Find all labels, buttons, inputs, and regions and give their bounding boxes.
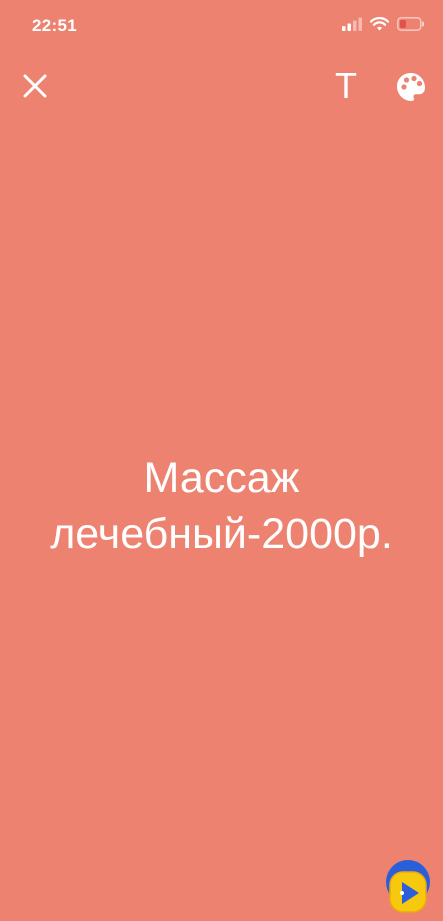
story-text-line-2: лечебный-2000р. — [50, 510, 393, 558]
editor-toolbar: T — [0, 62, 443, 112]
status-icons — [342, 17, 425, 31]
battery-low-icon — [397, 17, 424, 31]
story-text[interactable]: Массаж лечебный-2000р. — [0, 450, 443, 562]
text-tool-button[interactable]: T — [329, 64, 363, 108]
story-text-line-1: Массаж — [143, 454, 300, 502]
close-button[interactable] — [16, 67, 54, 105]
assistant-widget-button[interactable] — [383, 858, 437, 916]
palette-button[interactable] — [392, 68, 430, 106]
status-bar: 22:51 — [0, 0, 443, 54]
wifi-icon — [370, 17, 389, 31]
signal-bars-icon — [342, 17, 362, 31]
assistant-widget-icon — [386, 860, 430, 913]
palette-icon — [397, 73, 425, 101]
status-time: 22:51 — [32, 16, 77, 35]
close-icon — [23, 74, 47, 98]
